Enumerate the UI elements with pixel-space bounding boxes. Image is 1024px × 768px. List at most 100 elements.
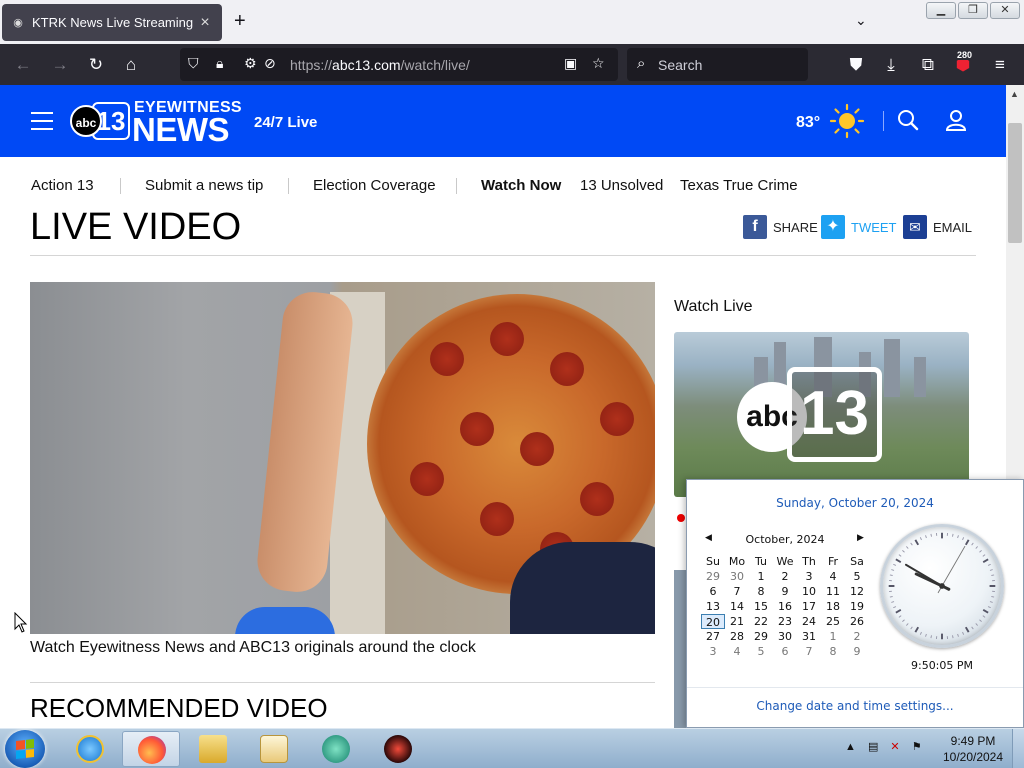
calendar-day[interactable]: 24 (797, 614, 821, 629)
browser-tab-active[interactable]: ◉ KTRK News Live Streaming Vide × (2, 4, 222, 41)
calendar-day[interactable]: 3 (701, 644, 725, 659)
calendar-day[interactable]: 23 (773, 614, 797, 629)
calendar-month-label[interactable]: October, 2024 (701, 533, 869, 546)
start-button-windows-icon[interactable] (5, 730, 45, 768)
scrollbar-thumb[interactable] (1008, 123, 1022, 243)
pocket-icon[interactable]: ⛊ (844, 53, 868, 77)
network-icon[interactable]: ▤ (868, 741, 878, 753)
calendar-day[interactable]: 4 (725, 644, 749, 659)
calendar-day[interactable]: 4 (821, 569, 845, 584)
calendar-day[interactable]: 6 (701, 584, 725, 599)
calendar-day[interactable]: 9 (773, 584, 797, 599)
new-tab-button[interactable]: + (234, 11, 246, 31)
permissions-icon[interactable]: ⚙ (244, 55, 257, 72)
calendar-day[interactable]: 26 (845, 614, 869, 629)
taskbar-firefox[interactable] (122, 731, 180, 767)
taskbar-green-app[interactable] (307, 731, 365, 767)
restore-button[interactable]: ❐ (958, 2, 988, 19)
calendar-day[interactable]: 22 (749, 614, 773, 629)
calendar-day[interactable]: 30 (773, 629, 797, 644)
url-text[interactable]: https://abc13.com/watch/live/ (290, 57, 470, 73)
calendar-day[interactable]: 16 (773, 599, 797, 614)
taskbar-media-player[interactable] (245, 731, 303, 767)
address-bar[interactable]: ⛉ 🔒︎ ⚙ ⊘ https://abc13.com/watch/live/ ▣… (180, 48, 618, 81)
calendar-day[interactable]: 19 (845, 599, 869, 614)
calendar-day[interactable]: 21 (725, 614, 749, 629)
nav-action-13[interactable]: Action 13 (31, 177, 94, 194)
extensions-icon[interactable]: ⧉ (916, 53, 940, 77)
list-all-tabs-chevron-icon[interactable]: ⌄ (855, 12, 867, 29)
sunny-weather-icon[interactable] (829, 103, 865, 139)
abc13-eyewitness-news-logo[interactable]: 13 abc EYEWITNESS NEWS (70, 99, 242, 148)
volume-muted-icon[interactable]: ✕ (890, 741, 899, 753)
calendar-day[interactable]: 12 (845, 584, 869, 599)
share-email-button[interactable]: ✉ EMAIL (903, 215, 972, 239)
calendar-day[interactable]: 8 (749, 584, 773, 599)
calendar-day[interactable]: 8 (821, 644, 845, 659)
reload-icon[interactable]: ↻ (84, 53, 108, 77)
calendar-day[interactable]: 18 (821, 599, 845, 614)
show-hidden-icons-arrow-icon[interactable]: ▲ (845, 741, 856, 753)
taskbar-internet-explorer[interactable] (61, 731, 119, 767)
site-menu-icon[interactable] (31, 112, 53, 136)
calendar-day[interactable]: 14 (725, 599, 749, 614)
lock-icon[interactable]: 🔒︎ (216, 55, 223, 72)
change-date-time-settings-link[interactable]: Change date and time settings... (687, 699, 1023, 713)
back-arrow-icon[interactable]: ← (11, 53, 35, 77)
action-center-flag-icon[interactable]: ⚑ (912, 741, 922, 753)
calendar-day[interactable]: 13 (701, 599, 725, 614)
forward-arrow-icon[interactable]: → (48, 53, 72, 77)
autoplay-blocked-icon[interactable]: ⊘ (264, 55, 276, 72)
calendar-day[interactable]: 5 (845, 569, 869, 584)
calendar-day[interactable]: 1 (821, 629, 845, 644)
nav-election-coverage[interactable]: Election Coverage (313, 177, 436, 194)
calendar-day-today[interactable]: 20 (701, 614, 725, 629)
show-desktop-button[interactable] (1012, 729, 1024, 768)
reader-view-icon[interactable]: ▣ (564, 55, 577, 72)
calendar-day[interactable]: 5 (749, 644, 773, 659)
share-twitter-button[interactable]: ✦ TWEET (821, 215, 897, 239)
site-search-icon[interactable] (897, 109, 919, 131)
calendar-day[interactable]: 2 (773, 569, 797, 584)
tracking-shield-icon[interactable]: ⛉ (188, 55, 199, 72)
nav-texas-true-crime[interactable]: Texas True Crime (680, 177, 798, 194)
calendar-day[interactable]: 17 (797, 599, 821, 614)
calendar-day[interactable]: 6 (773, 644, 797, 659)
calendar-day[interactable]: 27 (701, 629, 725, 644)
search-bar[interactable]: ⌕ Search (627, 48, 808, 81)
nav-13-unsolved[interactable]: 13 Unsolved (580, 177, 663, 194)
close-tab-icon[interactable]: × (196, 14, 214, 32)
menu-hamburger-icon[interactable]: ≡ (988, 53, 1012, 77)
share-facebook-button[interactable]: f SHARE (743, 215, 818, 239)
live-video-player[interactable] (30, 282, 655, 634)
nav-submit-news-tip[interactable]: Submit a news tip (145, 177, 263, 194)
watch-live-thumbnail[interactable]: abc 13 (674, 332, 969, 497)
scroll-up-arrow-icon[interactable]: ▲ (1010, 89, 1019, 99)
taskbar-clock[interactable]: 9:49 PM 10/20/2024 (935, 733, 1011, 765)
next-month-arrow-icon[interactable]: ▶ (857, 533, 864, 543)
calendar-day[interactable]: 7 (797, 644, 821, 659)
calendar-day[interactable]: 15 (749, 599, 773, 614)
flyout-full-date[interactable]: Sunday, October 20, 2024 (687, 496, 1023, 510)
calendar-day[interactable]: 1 (749, 569, 773, 584)
nav-watch-now[interactable]: Watch Now (481, 177, 561, 194)
calendar-day[interactable]: 10 (797, 584, 821, 599)
taskbar-file-explorer[interactable] (184, 731, 242, 767)
minimize-button[interactable]: ▁ (926, 2, 956, 19)
calendar-day[interactable]: 7 (725, 584, 749, 599)
calendar-day[interactable]: 25 (821, 614, 845, 629)
taskbar-red-app[interactable] (369, 731, 427, 767)
live-247-link[interactable]: 24/7 Live (254, 114, 317, 131)
calendar-day[interactable]: 28 (725, 629, 749, 644)
bookmark-star-icon[interactable]: ☆ (592, 55, 605, 72)
calendar-day[interactable]: 29 (701, 569, 725, 584)
calendar-day[interactable]: 2 (845, 629, 869, 644)
calendar-day[interactable]: 31 (797, 629, 821, 644)
downloads-icon[interactable]: ⤓ (879, 53, 903, 77)
calendar-day[interactable]: 29 (749, 629, 773, 644)
calendar-day[interactable]: 9 (845, 644, 869, 659)
home-icon[interactable]: ⌂ (119, 53, 143, 77)
account-user-icon[interactable] (944, 108, 968, 132)
calendar-day[interactable]: 11 (821, 584, 845, 599)
calendar-day[interactable]: 3 (797, 569, 821, 584)
